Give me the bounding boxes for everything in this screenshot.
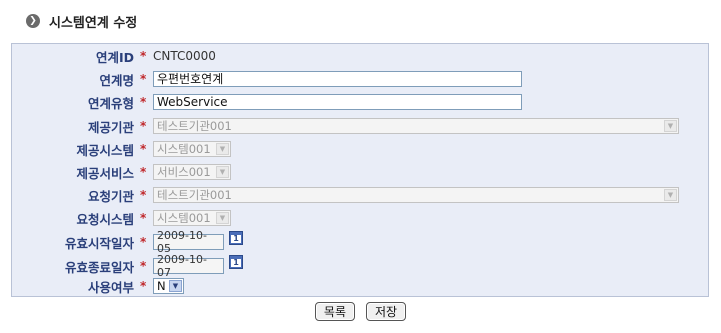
- required-mark: *: [140, 119, 147, 133]
- link-id-label: 연계ID: [95, 49, 134, 65]
- save-button[interactable]: 저장: [366, 302, 407, 321]
- page-title: 시스템연계 수정: [49, 15, 138, 31]
- list-button[interactable]: 목록: [314, 302, 355, 321]
- use-yn-value: N: [157, 279, 166, 293]
- dropdown-arrow-icon: ▼: [216, 212, 229, 224]
- provider-system-value: 시스템001: [157, 142, 211, 156]
- form-row-provider-service: 제공서비스 * 서비스001 ▼: [12, 161, 708, 183]
- form-row-start-date: 유효시작일자 * 2009-10-05: [12, 229, 708, 255]
- required-mark: *: [140, 165, 147, 179]
- required-mark: *: [140, 235, 147, 249]
- provider-service-select[interactable]: 서비스001 ▼: [153, 164, 231, 180]
- link-type-input[interactable]: WebService: [153, 94, 522, 110]
- requester-system-value: 시스템001: [157, 211, 211, 225]
- provider-system-label: 제공시스템: [76, 142, 134, 158]
- dropdown-arrow-icon: ▼: [216, 143, 229, 155]
- link-type-label: 연계유형: [87, 95, 134, 111]
- form-row-requester-org: 요청기관 * 테스트기관001 ▼: [12, 184, 708, 206]
- required-mark: *: [140, 72, 147, 86]
- end-date-label: 유효종료일자: [64, 259, 134, 275]
- required-mark: *: [140, 259, 147, 273]
- requester-system-select[interactable]: 시스템001 ▼: [153, 210, 231, 226]
- link-name-input[interactable]: 우편번호연계: [153, 71, 522, 87]
- form-row-use-yn: 사용여부 * N ▼: [12, 275, 708, 297]
- required-mark: *: [140, 279, 147, 293]
- link-id-value: CNTC0000: [153, 49, 216, 63]
- requester-org-select[interactable]: 테스트기관001 ▼: [153, 187, 679, 203]
- calendar-icon[interactable]: [229, 255, 243, 269]
- form-row-requester-system: 요청시스템 * 시스템001 ▼: [12, 207, 708, 229]
- required-mark: *: [140, 142, 147, 156]
- form-row-provider-org: 제공기관 * 테스트기관001 ▼: [12, 115, 708, 137]
- form-row-link-id: 연계ID * CNTC0000: [12, 45, 708, 67]
- link-name-label: 연계명: [99, 72, 134, 88]
- action-buttons: 목록 저장: [0, 302, 721, 321]
- required-mark: *: [140, 211, 147, 225]
- provider-service-label: 제공서비스: [76, 165, 134, 181]
- form-row-link-type: 연계유형 * WebService: [12, 91, 708, 113]
- requester-org-value: 테스트기관001: [157, 188, 232, 202]
- start-date-input[interactable]: 2009-10-05: [153, 229, 224, 255]
- required-mark: *: [140, 188, 147, 202]
- dropdown-arrow-icon: ▼: [169, 280, 182, 292]
- required-mark: *: [140, 95, 147, 109]
- requester-system-label: 요청시스템: [76, 211, 134, 227]
- required-mark: *: [140, 49, 147, 63]
- end-date-input[interactable]: 2009-10-07: [153, 253, 224, 279]
- calendar-icon[interactable]: [229, 231, 243, 245]
- requester-org-label: 요청기관: [87, 188, 134, 204]
- use-yn-label: 사용여부: [87, 279, 134, 295]
- provider-org-select[interactable]: 테스트기관001 ▼: [153, 118, 679, 134]
- chevron-circle-icon: ❯: [26, 14, 40, 28]
- provider-org-value: 테스트기관001: [157, 119, 232, 133]
- edit-form-panel: 연계ID * CNTC0000 연계명 * 우편번호연계 연계유형 * WebS…: [11, 43, 709, 297]
- page-header: ❯ 시스템연계 수정: [26, 12, 138, 31]
- dropdown-arrow-icon: ▼: [664, 189, 677, 201]
- dropdown-arrow-icon: ▼: [664, 120, 677, 132]
- dropdown-arrow-icon: ▼: [216, 166, 229, 178]
- provider-system-select[interactable]: 시스템001 ▼: [153, 141, 231, 157]
- provider-service-value: 서비스001: [157, 165, 211, 179]
- use-yn-select[interactable]: N ▼: [153, 278, 184, 294]
- form-row-provider-system: 제공시스템 * 시스템001 ▼: [12, 138, 708, 160]
- form-row-link-name: 연계명 * 우편번호연계: [12, 68, 708, 90]
- provider-org-label: 제공기관: [87, 119, 134, 135]
- form-row-end-date: 유효종료일자 * 2009-10-07: [12, 253, 708, 279]
- start-date-label: 유효시작일자: [64, 235, 134, 251]
